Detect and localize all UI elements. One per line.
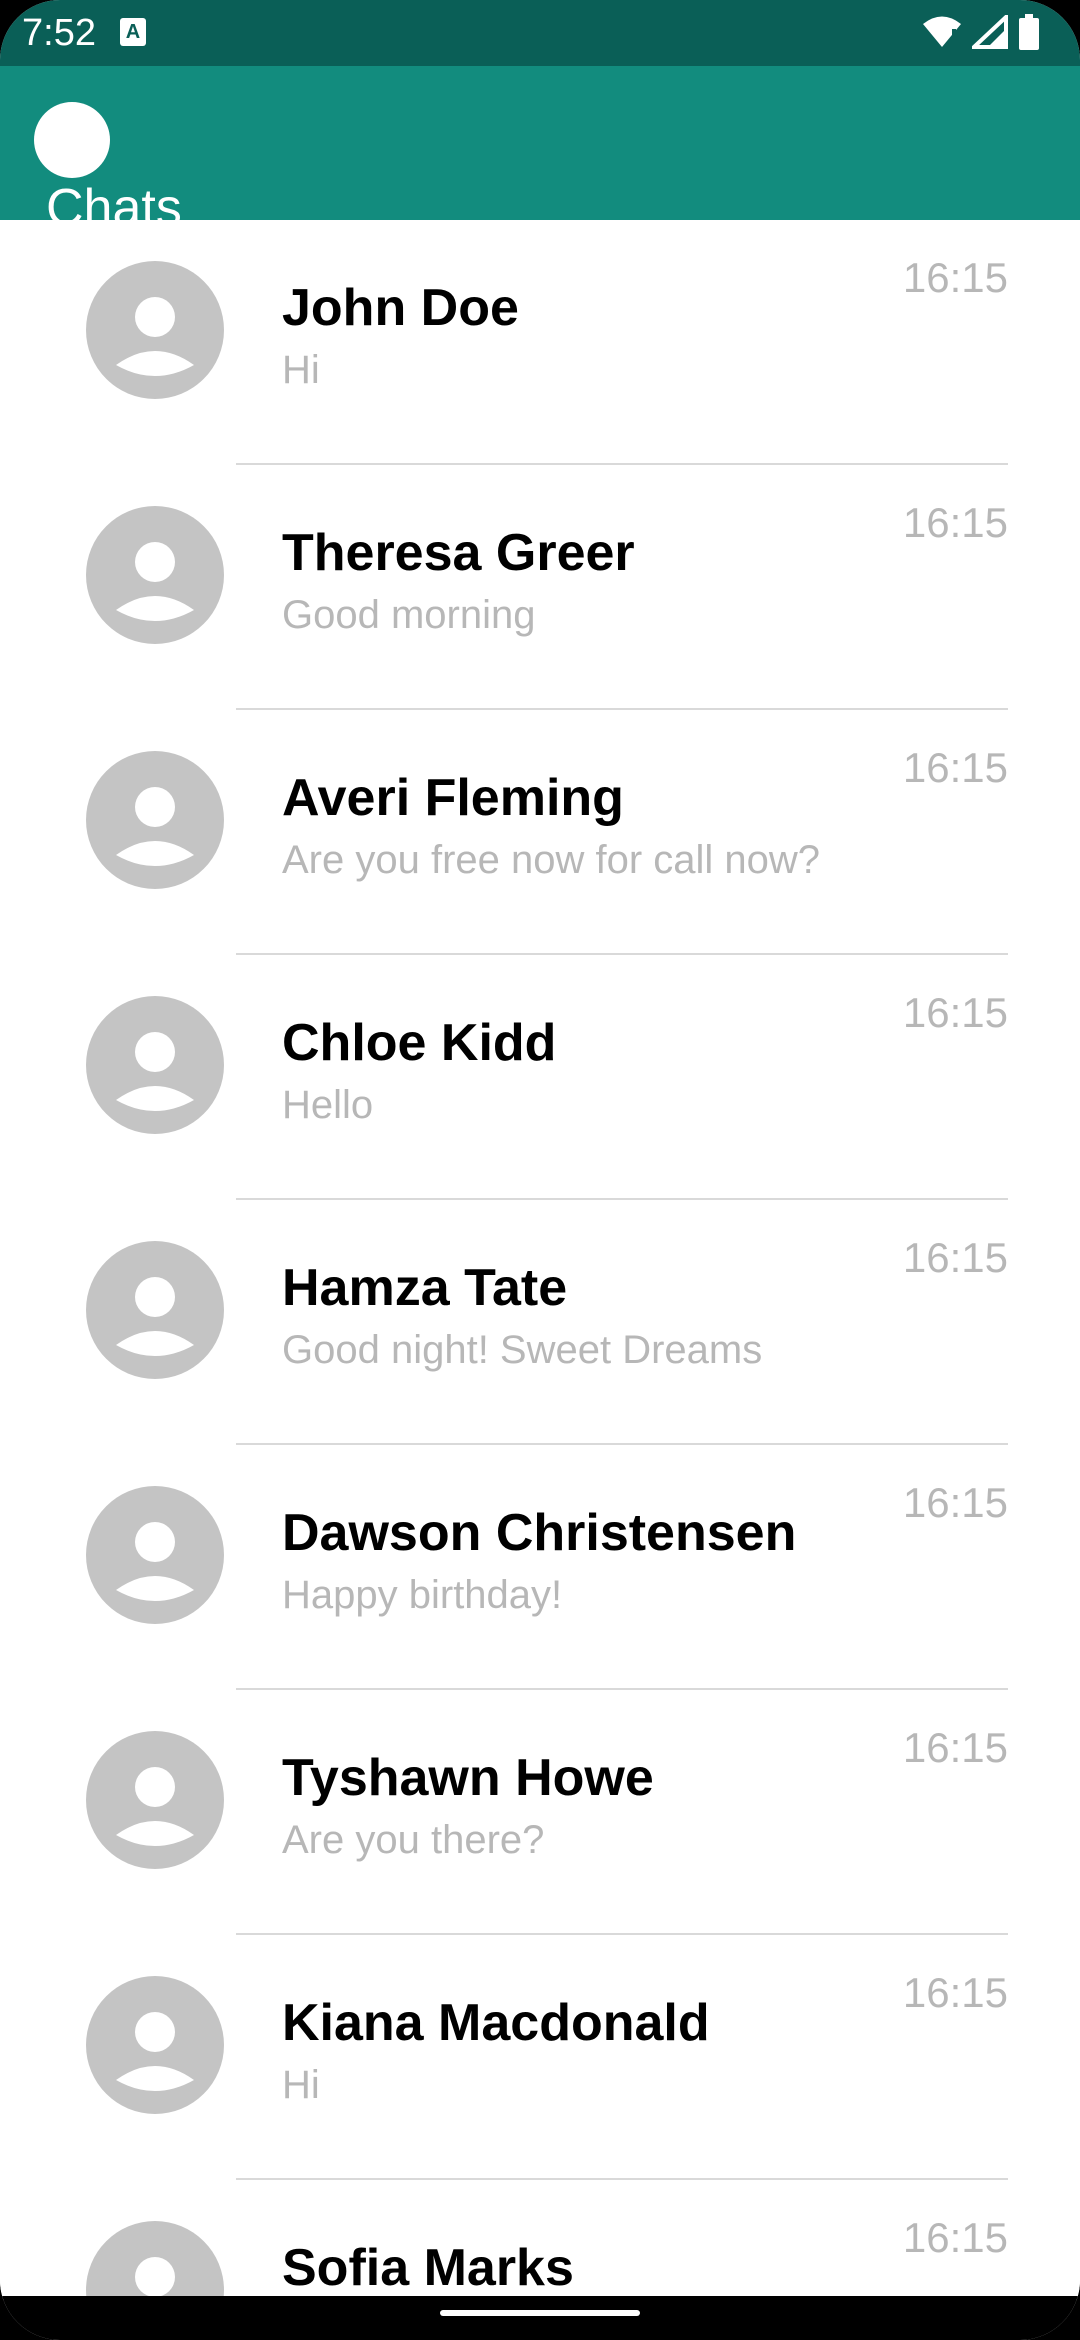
message-time: 16:15 xyxy=(902,2214,1008,2261)
avatar xyxy=(86,261,224,399)
avatar xyxy=(86,1241,224,1379)
contact-name: Hamza Tate xyxy=(282,1259,568,1317)
contact-name: Theresa Greer xyxy=(282,524,635,582)
contact-name: Sofia Marks xyxy=(282,2239,574,2297)
contact-name: Dawson Christensen xyxy=(282,1504,797,1562)
navigation-bar xyxy=(0,2296,1080,2340)
message-time: 16:15 xyxy=(902,1234,1008,1281)
avatar xyxy=(86,996,224,1134)
status-time: 7:52 xyxy=(22,12,96,54)
avatar xyxy=(86,2221,224,2300)
message-time: 16:15 xyxy=(902,254,1008,301)
last-message: Good morning xyxy=(282,593,536,637)
avatar xyxy=(86,1731,224,1869)
person-icon xyxy=(116,1277,194,1356)
last-message: Are you free now for call now? xyxy=(282,838,821,882)
avatar xyxy=(86,751,224,889)
person-icon xyxy=(116,2012,194,2091)
phone-screen: 7:52 A Chats John Doe Hi 16:15 Theresa G… xyxy=(0,0,1080,2340)
avatar xyxy=(86,506,224,644)
last-message: Are you there? xyxy=(282,1818,545,1862)
status-bar: 7:52 A xyxy=(0,0,1080,66)
last-message: Hi xyxy=(282,2063,320,2107)
last-message: Happy birthday! xyxy=(282,1573,563,1617)
message-time: 16:15 xyxy=(902,1724,1008,1771)
message-time: 16:15 xyxy=(902,744,1008,791)
battery-icon xyxy=(1018,13,1040,55)
chat-list-item[interactable]: Theresa Greer Good morning 16:15 xyxy=(0,465,1080,710)
avatar xyxy=(86,1486,224,1624)
chat-list-item[interactable]: Tyshawn Howe Are you there? 16:15 xyxy=(0,1690,1080,1935)
contact-name: John Doe xyxy=(282,279,519,337)
chat-list-item[interactable]: Kiana Macdonald Hi 16:15 xyxy=(0,1935,1080,2180)
person-icon xyxy=(116,1522,194,1601)
home-gesture-handle[interactable] xyxy=(440,2310,640,2316)
contact-name: Tyshawn Howe xyxy=(282,1749,654,1807)
accessibility-a-icon: A xyxy=(120,18,146,46)
profile-circle[interactable] xyxy=(34,102,110,178)
app-bar: Chats xyxy=(0,66,1080,237)
chat-list-item[interactable]: Averi Fleming Are you free now for call … xyxy=(0,710,1080,955)
message-time: 16:15 xyxy=(902,1969,1008,2016)
message-time: 16:15 xyxy=(902,1479,1008,1526)
wifi-icon xyxy=(922,15,962,54)
chat-list-item[interactable]: Chloe Kidd Hello 16:15 xyxy=(0,955,1080,1200)
contact-name: Kiana Macdonald xyxy=(282,1994,710,2052)
person-icon xyxy=(116,542,194,621)
chat-list-item[interactable]: Dawson Christensen Happy birthday! 16:15 xyxy=(0,1445,1080,1690)
message-time: 16:15 xyxy=(902,499,1008,546)
contact-name: Averi Fleming xyxy=(282,769,624,827)
avatar xyxy=(86,1976,224,2114)
chat-list-item[interactable]: Hamza Tate Good night! Sweet Dreams 16:1… xyxy=(0,1200,1080,1445)
person-icon xyxy=(116,1767,194,1846)
person-icon xyxy=(116,1032,194,1111)
person-icon xyxy=(116,787,194,866)
message-time: 16:15 xyxy=(902,989,1008,1036)
last-message: Hello xyxy=(282,1083,374,1127)
cell-signal-icon xyxy=(968,11,1008,54)
person-icon xyxy=(116,297,194,376)
status-icons xyxy=(922,11,1040,56)
contact-name: Chloe Kidd xyxy=(282,1014,557,1072)
last-message: Good night! Sweet Dreams xyxy=(282,1328,763,1372)
chat-list[interactable]: John Doe Hi 16:15 Theresa Greer Good mor… xyxy=(0,220,1080,2300)
chat-list-item[interactable]: John Doe Hi 16:15 xyxy=(0,220,1080,465)
chat-list-item[interactable]: Sofia Marks 16:15 xyxy=(0,2180,1080,2300)
last-message: Hi xyxy=(282,348,320,392)
person-icon xyxy=(135,2257,175,2297)
